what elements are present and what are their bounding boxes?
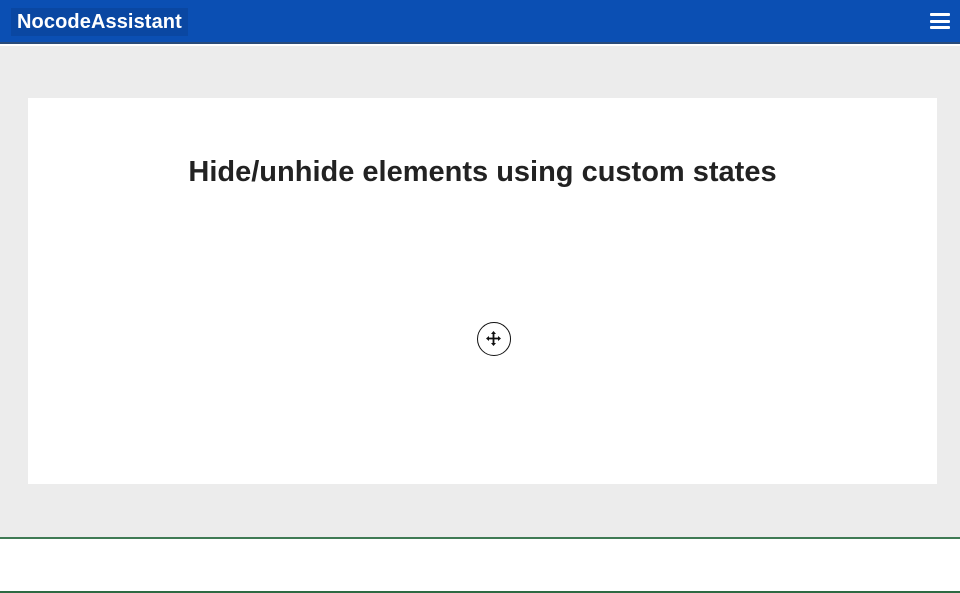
brand-logo[interactable]: NocodeAssistant bbox=[11, 8, 188, 36]
hamburger-menu-icon[interactable] bbox=[930, 12, 950, 30]
app-window: NocodeAssistant Hide/unhide elements usi… bbox=[0, 0, 960, 593]
menu-line-middle bbox=[930, 19, 950, 23]
main-content-area: Hide/unhide elements using custom states bbox=[0, 46, 960, 537]
menu-line-top bbox=[930, 13, 950, 16]
menu-line-bottom bbox=[930, 26, 950, 29]
move-cursor-icon bbox=[477, 322, 511, 356]
page-title: Hide/unhide elements using custom states bbox=[188, 156, 777, 188]
footer-panel bbox=[0, 539, 960, 591]
content-card: Hide/unhide elements using custom states bbox=[28, 98, 937, 484]
move-arrows-icon bbox=[486, 331, 501, 346]
top-navigation-bar: NocodeAssistant bbox=[0, 0, 960, 44]
